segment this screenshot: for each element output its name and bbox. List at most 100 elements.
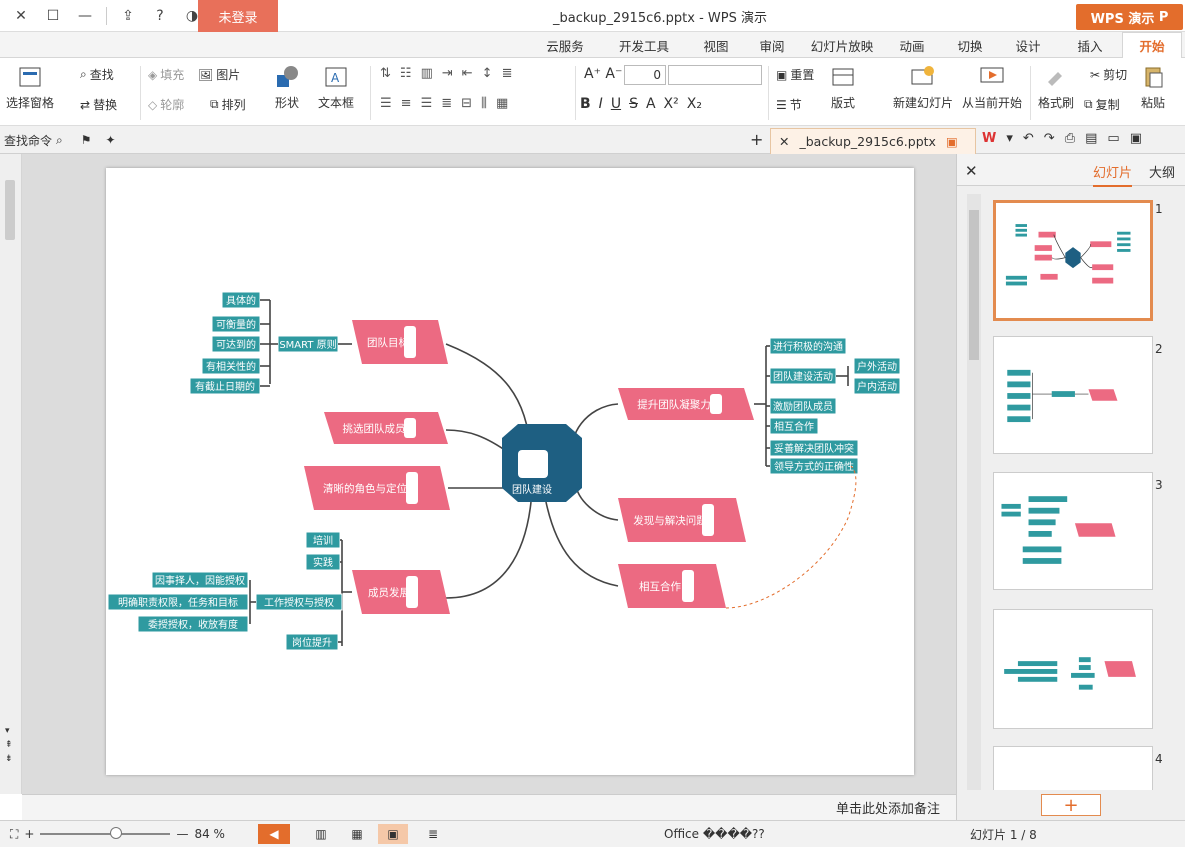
new-tab-button[interactable]: + xyxy=(750,130,763,149)
zoom-out-button[interactable]: — xyxy=(176,827,188,841)
normal-view-button[interactable]: ▣ xyxy=(378,824,408,844)
tab-transition[interactable]: 切换 xyxy=(942,32,998,58)
dropdown-icon[interactable]: ▾ xyxy=(1006,131,1013,146)
panel-scrollbar[interactable] xyxy=(967,194,981,790)
select-pane-button[interactable]: 选择窗格 xyxy=(6,64,54,111)
tab-cloud[interactable]: 云服务 xyxy=(530,32,600,58)
textbox-button[interactable]: A 文本框 xyxy=(318,64,354,111)
tab-outline[interactable]: 大纲 xyxy=(1149,162,1175,181)
bullets-icon[interactable]: ☷ xyxy=(400,66,412,81)
slide-thumbnail-1[interactable] xyxy=(993,200,1153,321)
align-center-icon[interactable]: ≡ xyxy=(401,96,412,111)
numbering-icon[interactable]: ≣ xyxy=(502,66,513,81)
columns-icon[interactable]: ▥ xyxy=(421,66,433,81)
fill-button[interactable]: ◈ 填充 xyxy=(148,66,184,83)
help-icon[interactable]: ? xyxy=(145,1,175,31)
slideshow-button[interactable]: ◀ xyxy=(258,824,290,844)
upload-icon[interactable]: ⇪ xyxy=(113,1,143,31)
zoom-in-button[interactable]: + xyxy=(24,827,34,841)
pin-icon[interactable]: ⚑ xyxy=(81,133,92,147)
smartart-icon[interactable]: ▦ xyxy=(496,96,508,111)
underline-button[interactable]: U xyxy=(611,96,621,112)
tab-insert[interactable]: 插入 xyxy=(1062,32,1118,58)
italic-button[interactable]: I xyxy=(599,96,603,112)
reset-button[interactable]: ▣ 重置 xyxy=(776,66,814,83)
align-left-icon[interactable]: ☰ xyxy=(380,96,392,111)
find-button[interactable]: ⌕ 查找 xyxy=(80,66,114,83)
scroll-arrows-icon[interactable]: ▾ ⇞ ⇟ xyxy=(5,724,13,766)
app-logo-icon: P xyxy=(1158,9,1169,25)
cut-button[interactable]: ✂ 剪切 xyxy=(1090,66,1127,83)
arrange-button[interactable]: ⧉ 排列 xyxy=(210,96,246,113)
undo-icon[interactable]: ↶ xyxy=(1023,131,1034,146)
paste-button[interactable]: 粘贴 xyxy=(1140,64,1166,111)
redo-icon[interactable]: ↷ xyxy=(1044,131,1055,146)
font-size-input[interactable]: 0 xyxy=(624,65,666,85)
print-icon[interactable]: ⎙ xyxy=(1065,131,1075,146)
new-slide-button[interactable]: 新建幻灯片 xyxy=(893,64,953,111)
slide-thumbnail-3[interactable] xyxy=(993,472,1153,590)
minimize-window-button[interactable]: — xyxy=(70,1,100,31)
close-tab-icon[interactable]: ✕ xyxy=(779,134,789,149)
align-vertical-icon[interactable]: ⫼ xyxy=(481,96,487,111)
replace-button[interactable]: ⇄ 替换 xyxy=(80,96,117,113)
tab-developer[interactable]: 开发工具 xyxy=(604,32,684,58)
tab-animation[interactable]: 动画 xyxy=(884,32,940,58)
panel-scroll-thumb[interactable] xyxy=(969,210,979,360)
bold-button[interactable]: B xyxy=(580,96,591,112)
zoom-slider[interactable] xyxy=(40,827,171,839)
tab-home[interactable]: 开始 xyxy=(1122,32,1182,58)
slide-thumbnail-4[interactable] xyxy=(993,609,1153,729)
text-direction-icon[interactable]: ⇅ xyxy=(380,66,391,81)
picture-button[interactable]: 🖼 图片 xyxy=(198,66,240,83)
tab-slides[interactable]: 幻灯片 xyxy=(1093,162,1133,187)
thumbnail-preview xyxy=(1004,657,1136,690)
search-icon: ⌕ xyxy=(80,67,87,81)
outline-button[interactable]: ◇ 轮廓 xyxy=(148,96,184,113)
folder-icon[interactable]: ▭ xyxy=(1107,131,1119,146)
format-painter-button[interactable]: 格式刷 xyxy=(1038,64,1074,111)
login-button[interactable]: 未登录 xyxy=(198,0,278,32)
save-icon[interactable]: ▣ xyxy=(1130,131,1142,146)
layout-button[interactable]: 版式 xyxy=(830,64,856,111)
tab-view[interactable]: 视图 xyxy=(690,32,742,58)
tab-slideshow[interactable]: 幻灯片放映 xyxy=(802,32,882,58)
export-pdf-icon[interactable]: ▤ xyxy=(1085,131,1097,146)
align-right-icon[interactable]: ☰ xyxy=(421,96,433,111)
justify-icon[interactable]: ≣ xyxy=(441,96,452,111)
section-button[interactable]: ☰ 节 xyxy=(776,96,802,113)
fit-window-icon[interactable]: ⛶ xyxy=(10,827,18,842)
add-slide-button[interactable]: + xyxy=(1041,794,1101,816)
picture-label: 图片 xyxy=(216,68,241,82)
line-spacing-icon[interactable]: ↕ xyxy=(482,66,493,81)
reading-view-button[interactable]: ▥ xyxy=(306,824,336,844)
font-grow-button[interactable]: A⁺ A⁻ xyxy=(584,66,622,82)
strike-button[interactable]: S xyxy=(629,96,638,112)
distribute-icon[interactable]: ⊟ xyxy=(461,96,472,111)
zoom-slider-thumb[interactable] xyxy=(110,827,123,839)
vertical-scroll-thumb[interactable] xyxy=(5,180,15,240)
font-name-dropdown[interactable] xyxy=(668,65,762,85)
shadow-button[interactable]: A xyxy=(646,96,656,112)
document-tab[interactable]: ✕ _backup_2915c6.pptx ▣ xyxy=(770,128,976,154)
superscript-button[interactable]: X² xyxy=(664,96,679,112)
from-current-button[interactable]: 从当前开始 xyxy=(962,64,1022,111)
shape-button[interactable]: 形状 xyxy=(274,64,300,111)
command-search[interactable]: 查找命令 ⌕ ⚑ ✦ xyxy=(0,126,116,154)
slide-thumbnail-2[interactable] xyxy=(993,336,1153,454)
sorter-view-button[interactable]: ▦ xyxy=(342,824,372,844)
close-window-button[interactable]: ✕ xyxy=(6,1,36,31)
slide-thumbnail-5[interactable] xyxy=(993,746,1153,790)
notes-view-button[interactable]: ≣ xyxy=(418,824,448,844)
close-panel-icon[interactable]: ✕ xyxy=(965,162,978,180)
copy-button[interactable]: ⧉ 复制 xyxy=(1084,96,1120,113)
tab-review[interactable]: 审阅 xyxy=(744,32,800,58)
app-menu-button[interactable]: WPS 演示 P xyxy=(1076,4,1183,30)
outdent-icon[interactable]: ⇤ xyxy=(462,66,473,81)
tab-design[interactable]: 设计 xyxy=(1000,32,1056,58)
magic-icon[interactable]: ✦ xyxy=(106,133,116,147)
subscript-button[interactable]: X₂ xyxy=(687,96,702,112)
indent-icon[interactable]: ⇥ xyxy=(442,66,453,81)
notes-pane[interactable]: 单击此处添加备注 xyxy=(22,794,956,820)
maximize-window-button[interactable]: ☐ xyxy=(38,1,68,31)
